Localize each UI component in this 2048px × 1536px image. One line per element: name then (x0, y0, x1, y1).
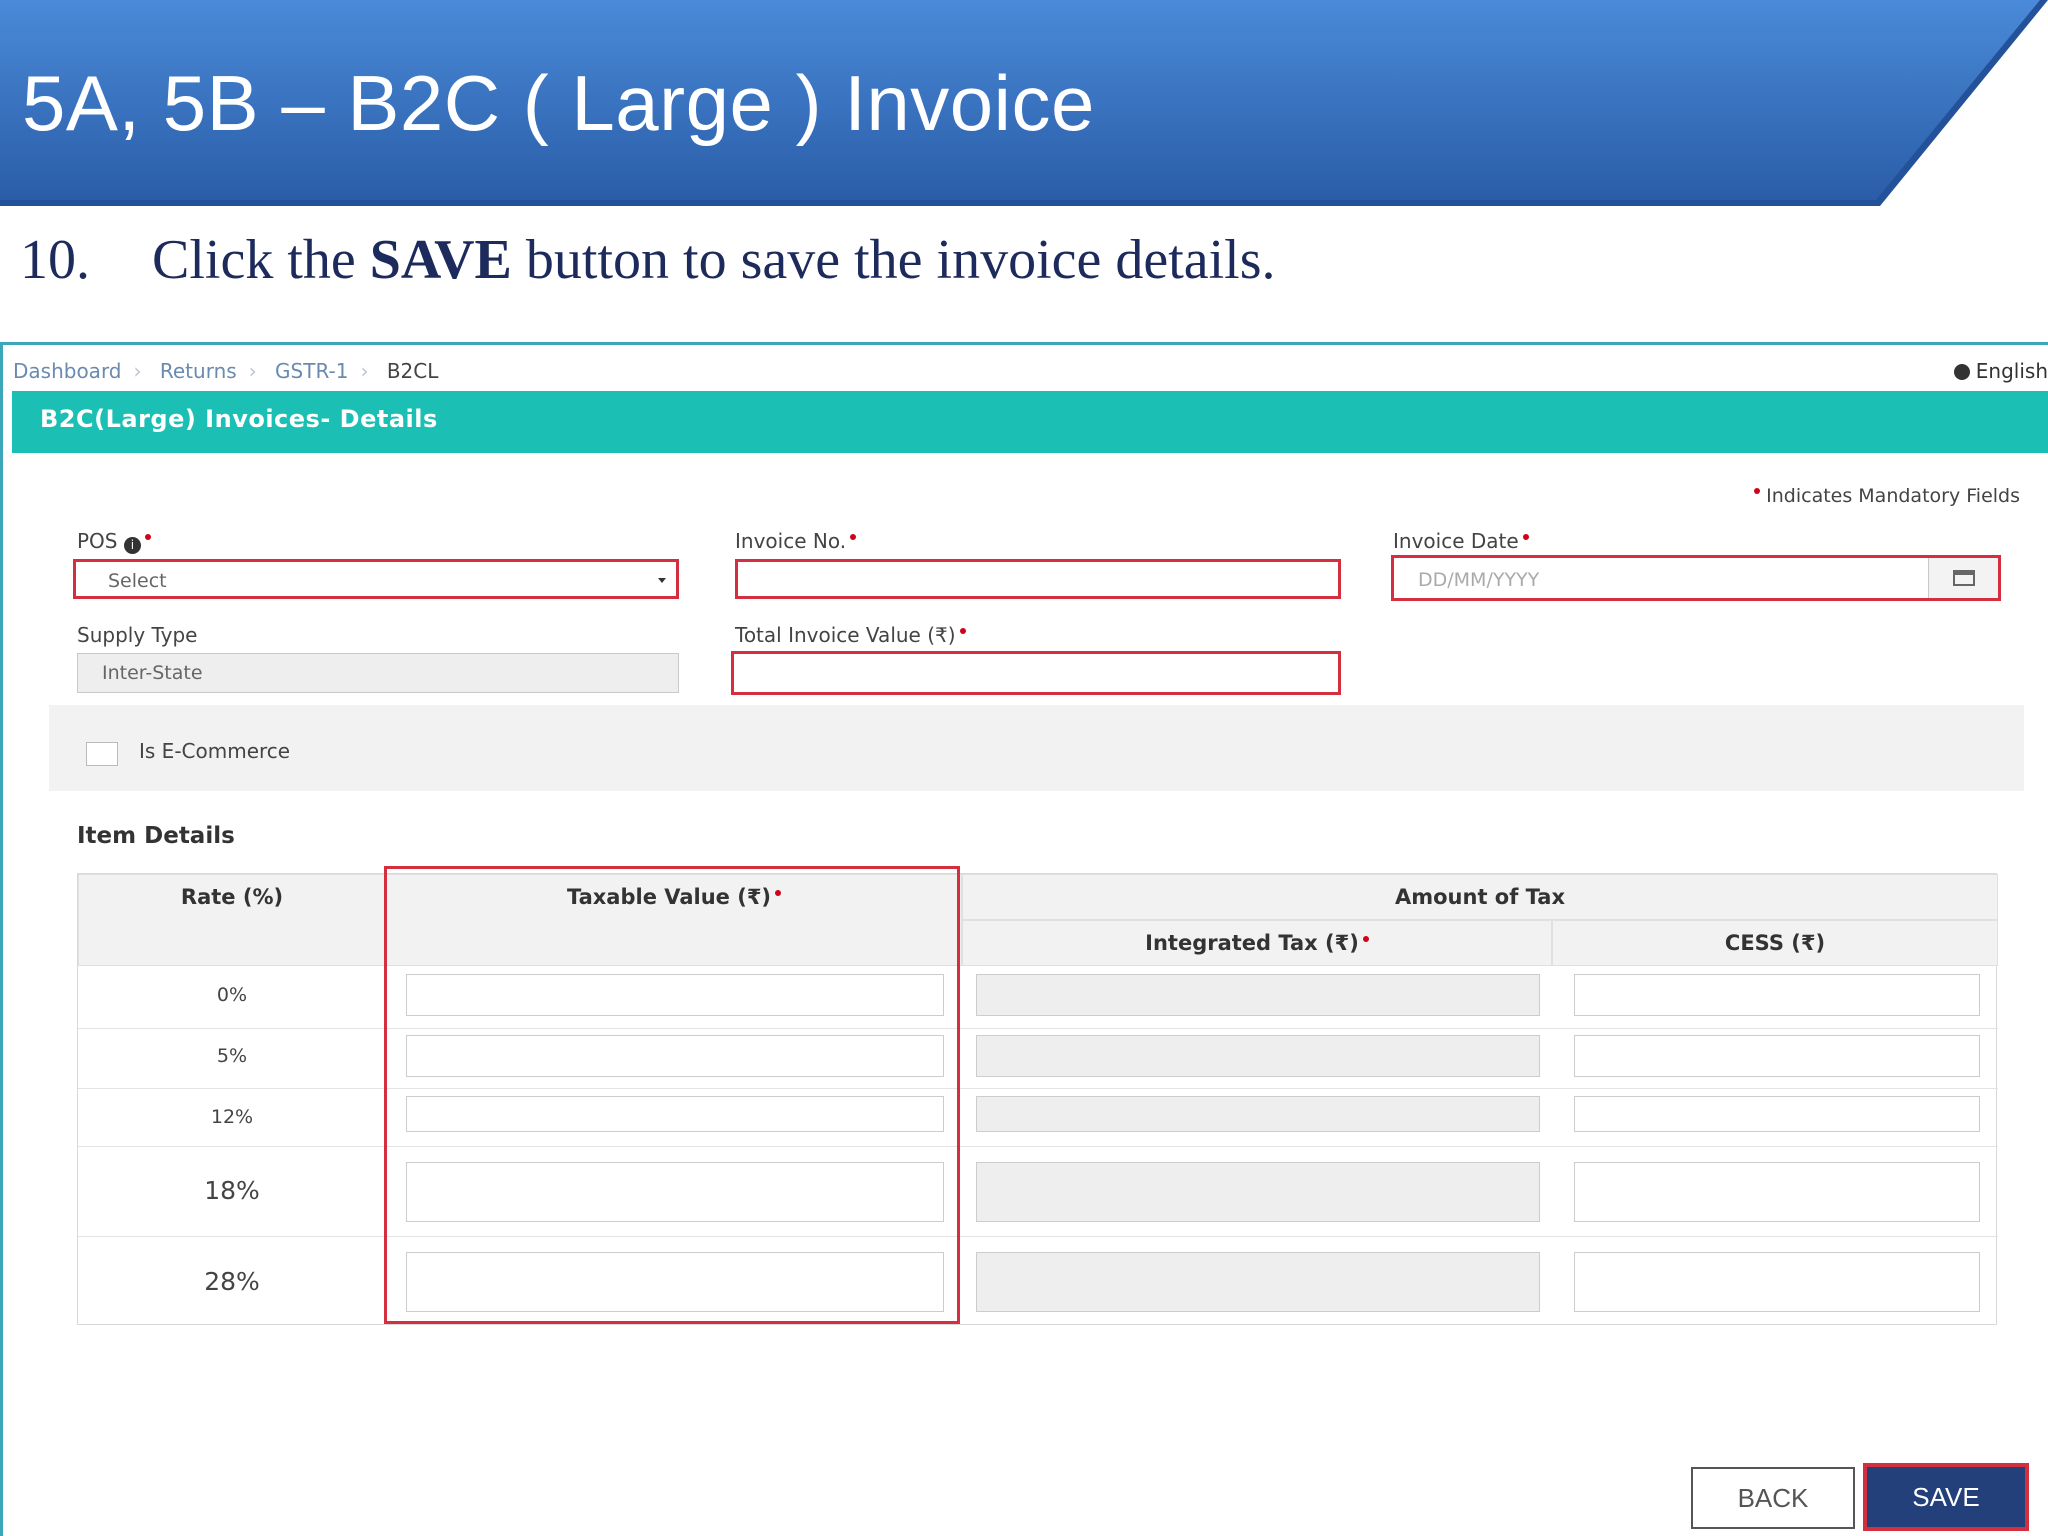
integrated-field-18 (976, 1162, 1540, 1222)
breadcrumb-b2cl: B2CL (386, 359, 439, 383)
row-divider (78, 1028, 1998, 1029)
info-icon: i (123, 537, 141, 554)
save-button[interactable]: SAVE (1863, 1463, 2029, 1531)
mandatory-note-text: Indicates Mandatory Fields (1766, 485, 2020, 507)
breadcrumb-returns[interactable]: Returns (160, 359, 237, 383)
invoice-no-label: Invoice No. (735, 529, 857, 553)
cess-header: CESS (₹) (1552, 920, 1998, 966)
invoice-date-input[interactable]: DD/MM/YYYY (1391, 555, 2001, 601)
rate-0: 0% (216, 984, 248, 1006)
item-details-title: Item Details (77, 823, 235, 849)
taxable-value-highlight (384, 866, 960, 1324)
invoice-date-label-text: Invoice Date (1393, 529, 1519, 553)
instruction-bold: SAVE (369, 229, 512, 291)
supply-type-field: Inter-State (77, 653, 679, 693)
globe-icon (1953, 364, 1970, 380)
item-details-table: Rate (%) Taxable Value (₹) Amount of Tax… (77, 873, 1998, 1325)
pos-select[interactable]: Select (73, 559, 679, 599)
pos-select-value: Select (108, 570, 167, 592)
invoice-no-input[interactable] (735, 559, 1341, 599)
integrated-field-5 (976, 1035, 1540, 1077)
language-label: English (1975, 359, 2048, 383)
integrated-tax-header-text: Integrated Tax (₹) (1145, 931, 1359, 955)
rate-header: Rate (%) (78, 874, 386, 966)
breadcrumb-gstr1[interactable]: GSTR-1 (275, 359, 348, 383)
step-number: 10. (20, 229, 90, 291)
cess-input-18[interactable] (1574, 1162, 1980, 1222)
breadcrumb-dashboard[interactable]: Dashboard (13, 359, 122, 383)
integrated-field-12 (976, 1096, 1540, 1132)
row-divider (78, 1236, 1998, 1237)
panel-header: B2C(Large) Invoices- Details (12, 391, 2048, 453)
cess-input-28[interactable] (1574, 1252, 1980, 1312)
back-button[interactable]: BACK (1691, 1467, 1855, 1529)
language-selector[interactable]: English (1953, 359, 2048, 383)
rate-28: 28% (204, 1267, 260, 1296)
row-divider (78, 1146, 1998, 1147)
supply-type-label: Supply Type (77, 623, 198, 647)
required-dot-icon (1754, 488, 1761, 494)
integrated-field-0 (976, 974, 1540, 1016)
chevron-down-icon (658, 578, 666, 583)
cess-input-5[interactable] (1574, 1035, 1980, 1077)
rate-5: 5% (216, 1045, 248, 1067)
invoice-date-placeholder: DD/MM/YYYY (1418, 569, 1540, 591)
instruction-prefix: Click the (152, 229, 356, 291)
integrated-field-28 (976, 1252, 1540, 1312)
invoice-no-label-text: Invoice No. (735, 529, 847, 553)
pos-label: POS i (77, 529, 151, 554)
panel-title: B2C(Large) Invoices- Details (40, 405, 438, 433)
slide-title-banner: 5A, 5B – B2C ( Large ) Invoice (0, 0, 2048, 206)
slide-title: 5A, 5B – B2C ( Large ) Invoice (22, 59, 1095, 147)
integrated-tax-header: Integrated Tax (₹) (962, 920, 1552, 966)
total-value-label: Total Invoice Value (₹) (735, 623, 966, 647)
total-value-label-text: Total Invoice Value (₹) (735, 623, 956, 647)
invoice-date-label: Invoice Date (1393, 529, 1529, 553)
amount-of-tax-header: Amount of Tax (962, 874, 1998, 920)
portal-screenshot: Dashboard › Returns › GSTR-1 › B2CL English… (0, 342, 2048, 1536)
rate-12: 12% (210, 1106, 254, 1128)
rate-18: 18% (204, 1176, 260, 1205)
breadcrumb: Dashboard › Returns › GSTR-1 › B2CL (13, 359, 439, 383)
calendar-icon[interactable] (1928, 558, 1998, 598)
row-divider (78, 1088, 1998, 1089)
supply-type-value: Inter-State (102, 662, 203, 684)
cess-input-0[interactable] (1574, 974, 1980, 1016)
pos-label-text: POS (77, 529, 118, 553)
total-invoice-value-input[interactable] (731, 651, 1341, 695)
ecommerce-label: Is E-Commerce (139, 739, 291, 763)
instruction-suffix: button to save the invoice details. (525, 229, 1276, 291)
ecommerce-checkbox[interactable] (86, 742, 118, 766)
mandatory-note: Indicates Mandatory Fields (1750, 485, 2020, 507)
cess-input-12[interactable] (1574, 1096, 1980, 1132)
instruction-text: 10. Click the SAVE button to save the in… (20, 228, 1276, 292)
ecommerce-section: Is E-Commerce (49, 705, 2024, 791)
